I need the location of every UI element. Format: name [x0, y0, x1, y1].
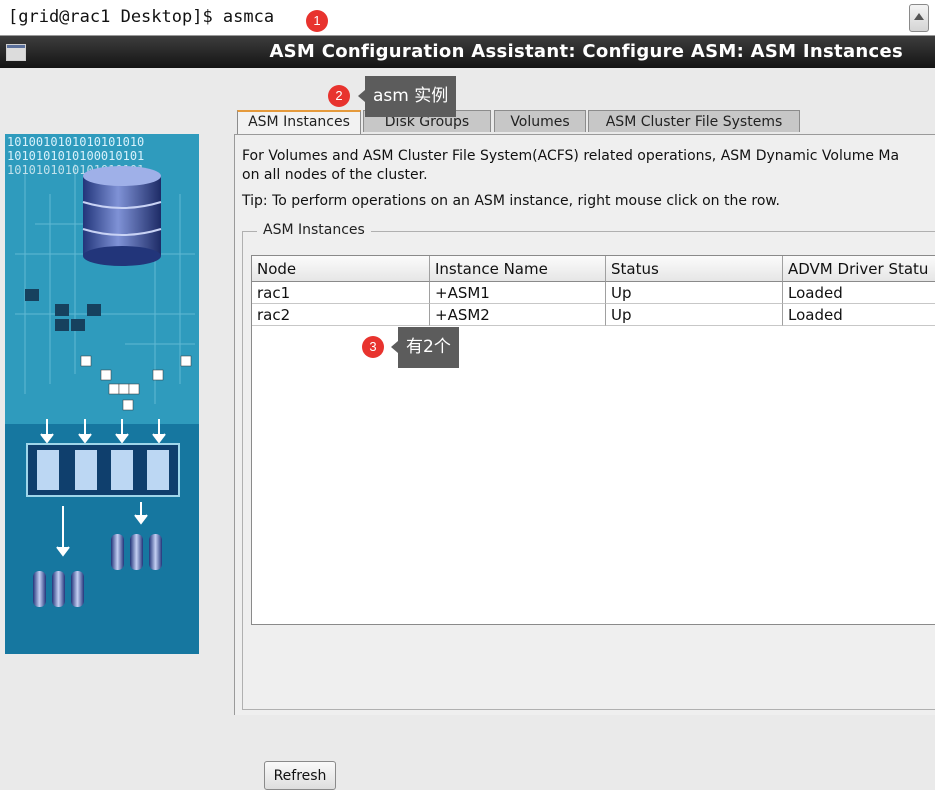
disk-icon-group-2 — [111, 534, 162, 570]
table-header: Node Instance Name Status ADVM Driver St… — [252, 256, 935, 282]
column-header-status[interactable]: Status — [606, 256, 783, 282]
tab-asm-instances[interactable]: ASM Instances — [237, 110, 361, 134]
info-text: For Volumes and ASM Cluster File System(… — [242, 147, 899, 185]
column-header-instance-name[interactable]: Instance Name — [430, 256, 606, 282]
cell-advm-driver-status: Loaded — [783, 304, 935, 326]
database-icon — [82, 166, 162, 266]
annotation-badge-2: 2 — [328, 85, 350, 107]
cell-status: Up — [606, 304, 783, 326]
binary-text-1: 1010010101010101010 — [7, 135, 144, 149]
annotation-callout-2: asm 实例 — [357, 76, 457, 117]
info-line-2: on all nodes of the cluster. — [242, 167, 428, 183]
tab-content: For Volumes and ASM Cluster File System(… — [234, 134, 935, 790]
tab-volumes[interactable]: Volumes — [494, 110, 586, 132]
cell-node: rac2 — [252, 304, 430, 326]
cell-instance-name: +ASM2 — [430, 304, 606, 326]
info-line-1: For Volumes and ASM Cluster File System(… — [242, 148, 900, 164]
window-icon[interactable] — [6, 44, 26, 61]
cell-node: rac1 — [252, 282, 430, 304]
cell-instance-name: +ASM1 — [430, 282, 606, 304]
refresh-button[interactable]: Refresh — [264, 761, 336, 790]
cell-advm-driver-status: Loaded — [783, 282, 935, 304]
annotation-badge-1: 1 — [306, 10, 328, 32]
asm-instances-table: Node Instance Name Status ADVM Driver St… — [251, 255, 935, 625]
disk-icon-group-1 — [33, 571, 84, 607]
column-header-advm-driver-status[interactable]: ADVM Driver Statu — [783, 256, 935, 282]
group-label: ASM Instances — [257, 222, 371, 238]
column-header-node[interactable]: Node — [252, 256, 430, 282]
cell-status: Up — [606, 282, 783, 304]
window-title: ASM Configuration Assistant: Configure A… — [269, 41, 903, 62]
table-row[interactable]: rac2 +ASM2 Up Loaded — [252, 304, 935, 326]
tip-text: Tip: To perform operations on an ASM ins… — [242, 193, 781, 209]
asm-instances-group: ASM Instances Node Instance Name Status … — [242, 222, 935, 790]
window-title-bar: ASM Configuration Assistant: Configure A… — [0, 36, 935, 68]
terminal-line: [grid@rac1 Desktop]$ asmca — [0, 0, 935, 36]
scroll-up-icon[interactable] — [909, 4, 929, 32]
binary-text-2: 1010101010100010101 — [7, 149, 144, 163]
asmca-banner-image: 1010010101010101010 1010101010100010101 … — [5, 134, 199, 654]
terminal-command: [grid@rac1 Desktop]$ asmca — [8, 7, 275, 27]
storage-array-icon — [26, 443, 180, 497]
annotation-badge-3: 3 — [362, 336, 384, 358]
annotation-callout-3: 有2个 — [391, 327, 459, 368]
table-row[interactable]: rac1 +ASM1 Up Loaded — [252, 282, 935, 304]
tab-asm-cluster-file-systems[interactable]: ASM Cluster File Systems — [588, 110, 800, 132]
